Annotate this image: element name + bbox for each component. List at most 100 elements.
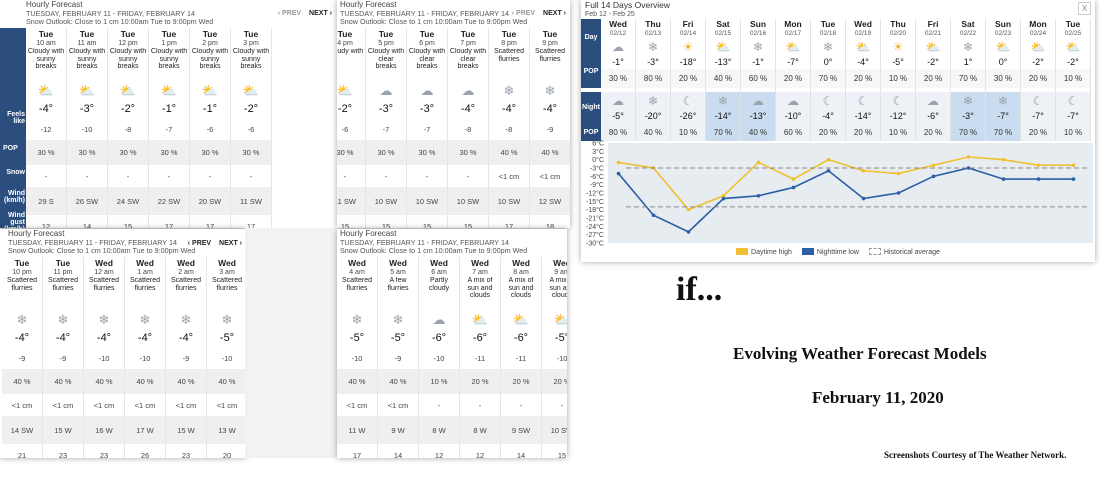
prev-button[interactable]: ‹ PREV	[278, 10, 301, 17]
overview-day-column[interactable]: Thu 02/13 ❄ -3° 80 % ❄ -20° 40 %	[636, 19, 671, 141]
overview-high: -2°	[1067, 57, 1079, 67]
overview-day-column[interactable]: Fri 02/14 ☀ -18° 20 % ☾ -26° 10 %	[671, 19, 706, 141]
legend-hist[interactable]: Historical average	[868, 248, 940, 256]
hour-time: 5 pm	[378, 40, 394, 47]
low-point[interactable]	[896, 191, 901, 195]
hour-gust: 14	[516, 450, 526, 459]
hour-gust: 12	[475, 450, 485, 459]
high-point[interactable]	[861, 168, 866, 173]
hour-temp: -4°	[501, 103, 517, 115]
high-point[interactable]	[791, 177, 796, 181]
hour-temp: -3°	[378, 103, 394, 115]
low-point[interactable]	[861, 196, 866, 201]
legend-high[interactable]: Daytime high	[736, 248, 792, 256]
overview-day-column[interactable]: Sat 02/22 ❄ 1° 70 % ❄ -3° 70 %	[951, 19, 986, 141]
hour-column: Tue 2 pm Cloudy with sunny breaks ⛅ -1° -6 30 …	[190, 28, 231, 228]
hour-pop: 30 %	[448, 140, 488, 165]
legend-low[interactable]: Nighttime low	[801, 248, 859, 256]
hour-snow: -	[167, 171, 171, 181]
hour-day: Wed	[136, 257, 154, 268]
snow-icon: ❄	[962, 39, 974, 54]
hour-snow: <1 cm	[11, 400, 33, 410]
high-point[interactable]	[686, 207, 691, 212]
hour-gust: 14	[82, 221, 92, 229]
high-point[interactable]	[1036, 163, 1041, 168]
overview-day-column[interactable]: Mon 02/24 ⛅ -2° 20 % ☾ -7° 20 %	[1021, 19, 1056, 141]
close-button[interactable]: X	[1078, 2, 1091, 15]
hour-time: 12 pm	[118, 40, 138, 47]
hour-day: Tue	[79, 28, 95, 39]
hour-pop: 20 %	[460, 369, 500, 394]
low-point[interactable]	[1001, 177, 1006, 181]
high-point[interactable]	[826, 157, 831, 162]
hour-pop: 40 %	[166, 369, 206, 394]
hour-pop: 40 %	[378, 369, 418, 394]
overview-pop: 20 %	[916, 69, 950, 88]
hour-column: Tue 10 am Cloudy with sunny breaks ⛅ -4° -12 3…	[26, 28, 67, 228]
hour-gust: 15	[381, 221, 391, 229]
overview-pop: 30 %	[601, 69, 635, 88]
overview-low: -12°	[881, 109, 915, 123]
low-point[interactable]	[931, 174, 936, 179]
hour-snow: <1 cm	[93, 400, 115, 410]
low-point[interactable]	[826, 168, 831, 173]
overview-day-column[interactable]: Sat 02/15 ⛅ -13° 40 % ❄ -14° 70 %	[706, 19, 741, 141]
y-tick-label: 0°C	[592, 156, 604, 164]
next-button[interactable]: NEXT ›	[309, 10, 332, 17]
hour-day: Wed	[177, 257, 195, 268]
hour-temp: -4°	[14, 332, 30, 344]
hour-column: Tue4 pmCloudy with ⛅ -2° -6 30 % - 11 SW 15	[337, 28, 366, 228]
overview-day-column[interactable]: Tue 02/18 ❄ 0° 70 % ☾ -4° 20 %	[811, 19, 846, 141]
overview-date: 02/25	[1064, 30, 1082, 37]
next-button[interactable]: NEXT ›	[219, 240, 242, 247]
slide-credit: Screenshots Courtesy of The Weather Netw…	[884, 450, 1067, 460]
prev-button[interactable]: ‹ PREV	[188, 240, 211, 247]
hour-time: 9 pm	[542, 40, 558, 47]
overview-day-column[interactable]: Wed 02/12 ☁ -1° 30 % ☁ -5° 80 %	[601, 19, 636, 141]
high-point[interactable]	[896, 171, 901, 176]
high-point[interactable]	[966, 155, 971, 159]
low-point[interactable]	[686, 230, 691, 234]
snow-icon: ❄	[752, 39, 764, 54]
overview-day-column[interactable]: Wed 02/19 ⛅ -4° 20 % ☾ -14° 20 %	[846, 19, 881, 141]
overview-low: -14°	[706, 109, 740, 123]
overview-day-column[interactable]: Fri 02/21 ⛅ -2° 20 % ☁ -6° 20 %	[916, 19, 951, 141]
overview-day-column[interactable]: Sun 02/23 ⛅ 0° 30 % ❄ -7° 70 %	[986, 19, 1021, 141]
overview-day-column[interactable]: Thu 02/20 ☀ -5° 10 % ☾ -12° 10 %	[881, 19, 916, 141]
low-point[interactable]	[756, 193, 761, 198]
low-point[interactable]	[616, 171, 621, 176]
cloudy-icon: ☁	[776, 92, 810, 109]
low-point[interactable]	[1071, 177, 1076, 181]
overview-low: -20°	[636, 109, 670, 123]
hour-column: Tue 5 pm Cloudy with clear breaks ☁ -3° -7 30 …	[366, 28, 407, 228]
low-point[interactable]	[966, 166, 971, 170]
low-point[interactable]	[651, 213, 656, 218]
high-point[interactable]	[931, 163, 936, 168]
overview-date: 02/20	[889, 30, 907, 37]
hour-wind: 11 SW	[231, 187, 271, 215]
high-point[interactable]	[1001, 157, 1006, 162]
hour-column: Wed 4 am Scattered flurries ❄ -5° -10 40 % <1 c…	[337, 257, 378, 458]
low-point[interactable]	[721, 196, 726, 201]
hour-snow: <1 cm	[216, 400, 238, 410]
hour-column: Tue 8 pm Scattered flurries ❄ -4° -8 40 % <1 cm…	[489, 28, 530, 228]
hour-column: Wed9 amA mix of sun and clouds ⛅ -5° -10 20 …	[542, 257, 567, 458]
high-point[interactable]	[616, 160, 621, 165]
high-point[interactable]	[756, 160, 761, 165]
low-point[interactable]	[1036, 177, 1041, 181]
high-point[interactable]	[1071, 163, 1076, 168]
overview-day-column[interactable]: Mon 02/17 ⛅ -7° 20 % ☁ -10° 60 %	[776, 19, 811, 141]
hour-wind: 8 W	[460, 416, 500, 444]
overview-day-column[interactable]: Sun 02/16 ❄ -1° 60 % ☁ -13° 40 %	[741, 19, 776, 141]
low-point[interactable]	[791, 185, 796, 190]
overview-high: -1°	[612, 57, 624, 67]
next-button[interactable]: NEXT ›	[543, 10, 566, 17]
hour-temp: -2°	[120, 103, 136, 115]
overview-day-column[interactable]: Tue 02/25 ⛅ -2° 10 % ☾ -7° 10 %	[1056, 19, 1091, 141]
partly-sunny-icon: ⛅	[512, 311, 530, 327]
prev-button[interactable]: ‹ PREV	[512, 10, 535, 17]
overview-pop: 10 %	[881, 69, 915, 88]
hour-column: Tue 1 pm Cloudy with sunny breaks ⛅ -1° -7 30 …	[149, 28, 190, 228]
flurries-icon: ❄	[180, 311, 192, 327]
overview-date: 02/17	[784, 30, 802, 37]
